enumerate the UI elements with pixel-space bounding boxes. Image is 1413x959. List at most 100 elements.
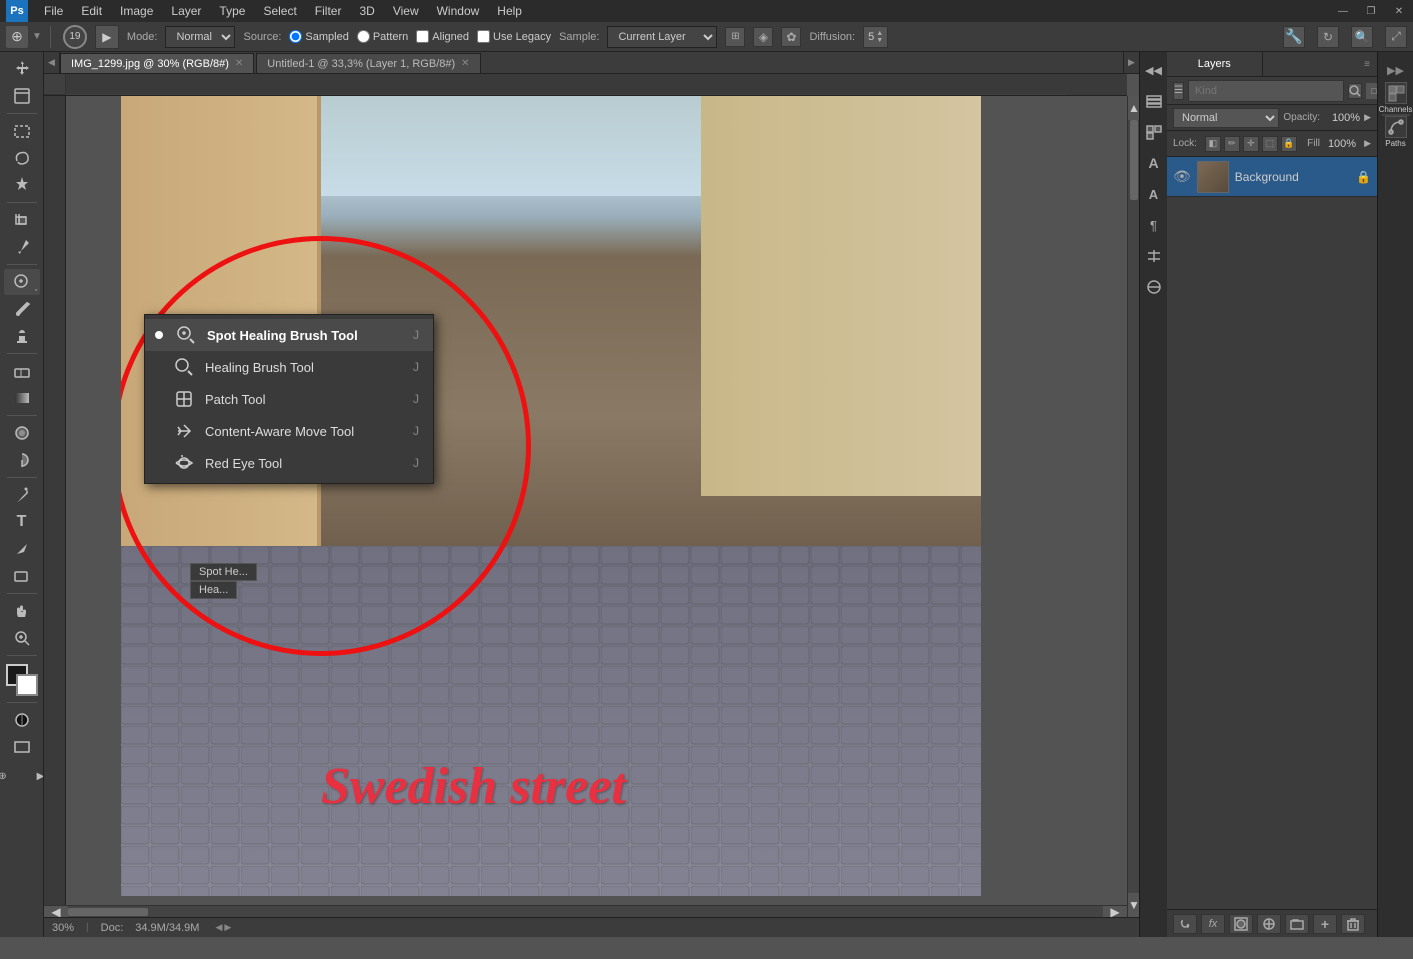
tool-gradient[interactable] (4, 385, 40, 411)
layer-fx-icon[interactable]: fx (1201, 914, 1225, 934)
background-color[interactable] (16, 674, 38, 696)
scroll-down-btn[interactable]: ▼ (1128, 893, 1139, 917)
tool-path-select[interactable] (4, 536, 40, 562)
lock-position-icon[interactable]: ✛ (1243, 136, 1259, 152)
tool-stamp[interactable] (4, 323, 40, 349)
h-scroll-thumb[interactable] (68, 908, 148, 916)
canvas-image[interactable]: Swedish street (121, 96, 981, 896)
ctx-patch[interactable]: Patch Tool J (145, 383, 433, 415)
zoom-icon[interactable]: 🔍 (1351, 26, 1373, 48)
status-arrows[interactable]: ◀ ▶ (215, 922, 231, 933)
sampled-option[interactable]: Sampled (289, 30, 348, 43)
layer-delete-icon[interactable] (1341, 914, 1365, 934)
menu-image[interactable]: Image (112, 2, 161, 20)
layer-new-icon[interactable]: + (1313, 914, 1337, 934)
lock-transparent-icon[interactable]: ◧ (1205, 136, 1221, 152)
rotate-view-icon[interactable]: ↻ (1317, 26, 1339, 48)
tool-artboard[interactable] (4, 83, 40, 109)
pattern-option[interactable]: Pattern (357, 30, 408, 43)
layer-mask-icon[interactable] (1229, 914, 1253, 934)
tool-zoom[interactable] (4, 625, 40, 651)
restore-button[interactable]: ❐ (1357, 0, 1385, 22)
tab-img1299[interactable]: IMG_1299.jpg @ 30% (RGB/8#) ✕ (60, 53, 254, 73)
rpanel-text-icon[interactable]: A (1140, 149, 1168, 177)
tab-untitled1[interactable]: Untitled-1 @ 33,3% (Layer 1, RGB/8#) ✕ (256, 53, 480, 73)
sampled-radio[interactable] (289, 30, 302, 43)
rpanel-grid-icon[interactable] (1140, 242, 1168, 270)
ctx-red-eye[interactable]: Red Eye Tool J (145, 447, 433, 479)
ctx-spot-healing[interactable]: Spot Healing Brush Tool J (145, 319, 433, 351)
tool-extra2[interactable]: ▶ (23, 763, 45, 789)
horizontal-scrollbar[interactable]: ◀ ▶ (44, 905, 1127, 917)
layer-adjustment-icon[interactable] (1257, 914, 1281, 934)
brush-angle-icon[interactable]: ✿ (781, 27, 801, 47)
layer-background[interactable]: 👁 Background 🔒 (1167, 157, 1377, 197)
v-scroll-thumb[interactable] (1130, 120, 1138, 200)
fill-expand-icon[interactable]: ▶ (1364, 138, 1371, 149)
tab-collapse-right[interactable]: ▶ (1123, 52, 1139, 73)
brush-preset-picker[interactable]: ▶ (95, 25, 119, 49)
sample-dropdown[interactable]: Current Layer (607, 26, 717, 48)
layers-tab[interactable]: Layers (1167, 52, 1263, 76)
rpanel-circle-icon[interactable] (1140, 273, 1168, 301)
menu-help[interactable]: Help (489, 2, 530, 20)
fullscreen-icon[interactable]: ⤢ (1385, 26, 1407, 48)
layers-search-icon[interactable] (1348, 83, 1362, 99)
status-next-arrow[interactable]: ▶ (224, 922, 231, 933)
menu-select[interactable]: Select (255, 2, 304, 20)
tool-brush[interactable] (4, 296, 40, 322)
use-legacy-checkbox[interactable] (477, 30, 490, 43)
tool-shape[interactable] (4, 563, 40, 589)
rpanel-layers-icon[interactable] (1140, 87, 1168, 115)
tool-magic-wand[interactable] (4, 172, 40, 198)
tool-extra[interactable]: ⊕ (0, 763, 21, 789)
paths-panel-icon[interactable]: Paths (1382, 118, 1410, 146)
tool-blur[interactable] (4, 420, 40, 446)
lock-image-icon[interactable]: ✏ (1224, 136, 1240, 152)
tool-crop[interactable] (4, 207, 40, 233)
blend-mode-dropdown[interactable]: Normal (1173, 108, 1279, 128)
mode-dropdown[interactable]: Normal (165, 26, 235, 48)
menu-edit[interactable]: Edit (73, 2, 110, 20)
layer-group-icon[interactable] (1285, 914, 1309, 934)
tool-rect-select[interactable] (4, 118, 40, 144)
opacity-expand-icon[interactable]: ▶ (1364, 112, 1371, 123)
menu-3d[interactable]: 3D (351, 2, 382, 20)
menu-type[interactable]: Type (211, 2, 253, 20)
panel-collapse-btn[interactable]: ▶▶ (1382, 56, 1410, 84)
fg-bg-colors[interactable] (4, 662, 40, 698)
sample-all-layers-icon[interactable]: ◈ (753, 27, 773, 47)
pattern-radio[interactable] (357, 30, 370, 43)
menu-filter[interactable]: Filter (307, 2, 350, 20)
close-button[interactable]: ✕ (1385, 0, 1413, 22)
channels-panel-icon[interactable]: Channels (1382, 84, 1410, 112)
layers-search-input[interactable] (1188, 80, 1344, 102)
lock-all-icon[interactable]: 🔒 (1281, 136, 1297, 152)
tool-pen[interactable] (4, 482, 40, 508)
tool-hand[interactable] (4, 598, 40, 624)
status-prev-arrow[interactable]: ◀ (215, 922, 222, 933)
aligned-checkbox[interactable] (416, 30, 429, 43)
tool-eraser[interactable] (4, 358, 40, 384)
layers-panel-menu-icon[interactable]: ≡ (1357, 52, 1377, 76)
menu-window[interactable]: Window (429, 2, 488, 20)
sample-options-icon[interactable]: ⊞ (725, 27, 745, 47)
rpanel-char-icon[interactable]: A (1140, 180, 1168, 208)
layer-background-visibility[interactable]: 👁 (1173, 168, 1191, 185)
rpanel-paragraph-icon[interactable]: ¶ (1140, 211, 1168, 239)
scratch-remover-icon[interactable]: 🔧 (1283, 26, 1305, 48)
tool-dodge[interactable] (4, 447, 40, 473)
tool-move[interactable] (4, 56, 40, 82)
layer-link-icon[interactable] (1173, 914, 1197, 934)
canvas-area[interactable]: for(let i=0;i<1000;i+=50){ document.curr… (44, 74, 1139, 937)
tab-collapse-left[interactable]: ◀ (44, 52, 60, 73)
ctx-healing-brush[interactable]: Healing Brush Tool J (145, 351, 433, 383)
tool-healing[interactable]: ▪ (4, 269, 40, 295)
rpanel-icon-collapse-right[interactable]: ◀◀ (1140, 56, 1168, 84)
rpanel-channels-icon[interactable] (1140, 118, 1168, 146)
menu-view[interactable]: View (385, 2, 427, 20)
lock-artboard-icon[interactable]: ⬚ (1262, 136, 1278, 152)
minimize-button[interactable]: — (1329, 0, 1357, 22)
menu-layer[interactable]: Layer (163, 2, 209, 20)
tool-options-arrow[interactable]: ▼ (32, 31, 42, 42)
